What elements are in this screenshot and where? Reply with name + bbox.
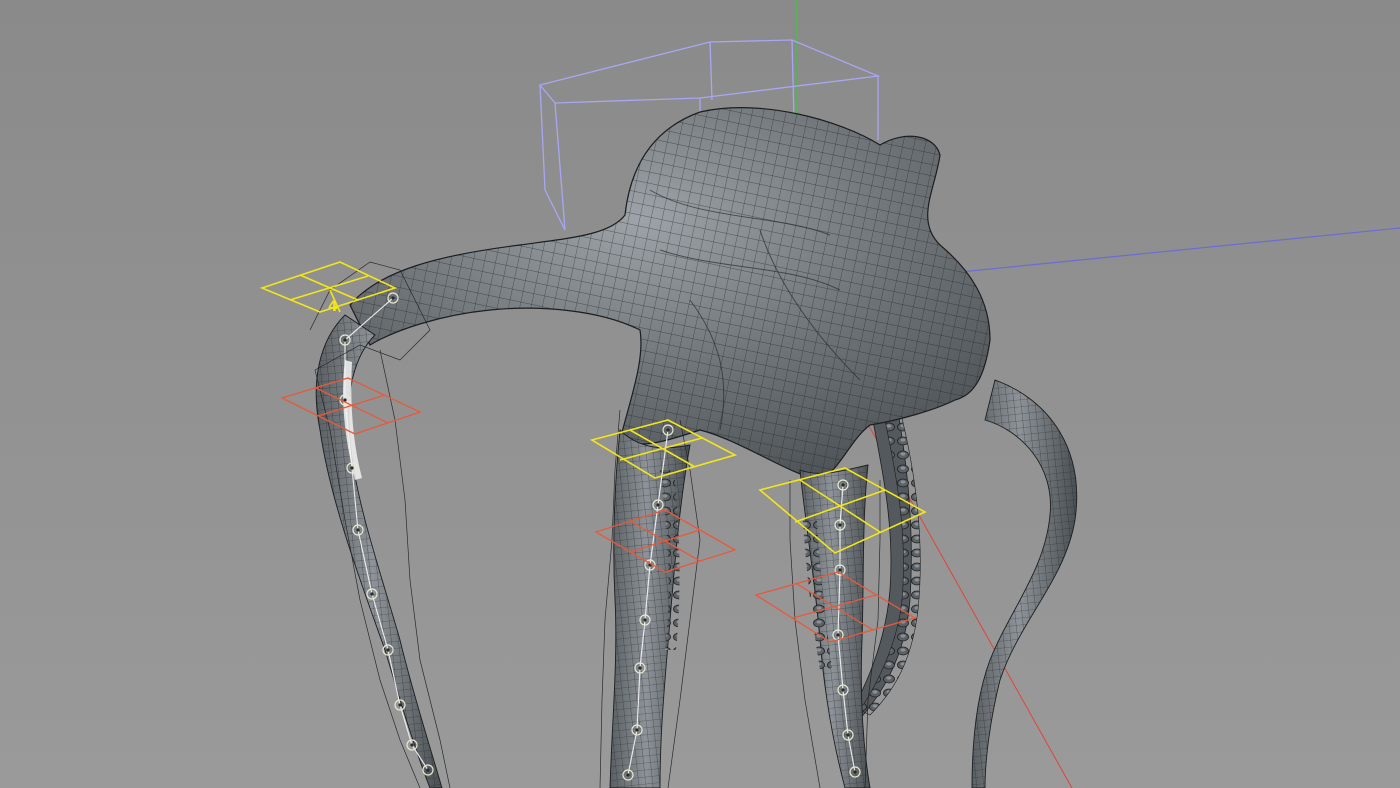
bone-joint-center xyxy=(666,428,670,432)
bone-joint-center xyxy=(638,666,642,670)
bone-joint-center xyxy=(838,523,842,527)
3d-viewport[interactable]: 4 xyxy=(0,0,1400,788)
bone-joint-center xyxy=(838,568,842,572)
selected-handle-label: 4 xyxy=(328,299,338,315)
bone-joint-center xyxy=(343,338,347,342)
bone-joint-center xyxy=(370,592,374,596)
bone-joint-center xyxy=(426,768,430,772)
bone-joint-center xyxy=(643,618,647,622)
bone-joint-center xyxy=(626,773,630,777)
bone-joint-center xyxy=(386,648,390,652)
bone-joint-center xyxy=(356,528,360,532)
bone-joint-center xyxy=(350,466,354,470)
viewport-canvas[interactable]: 4 xyxy=(0,0,1400,788)
bone-joint-center xyxy=(398,703,402,707)
bone-joint-center xyxy=(836,633,840,637)
bone-joint-center xyxy=(841,483,845,487)
bone-joint-center xyxy=(391,296,395,300)
bone-joint-center xyxy=(635,728,639,732)
bone-joint-center xyxy=(846,733,850,737)
bone-joint-center xyxy=(656,503,660,507)
bone-joint-center xyxy=(410,743,414,747)
bone-joint-center xyxy=(841,688,845,692)
bone-joint-center xyxy=(853,770,857,774)
